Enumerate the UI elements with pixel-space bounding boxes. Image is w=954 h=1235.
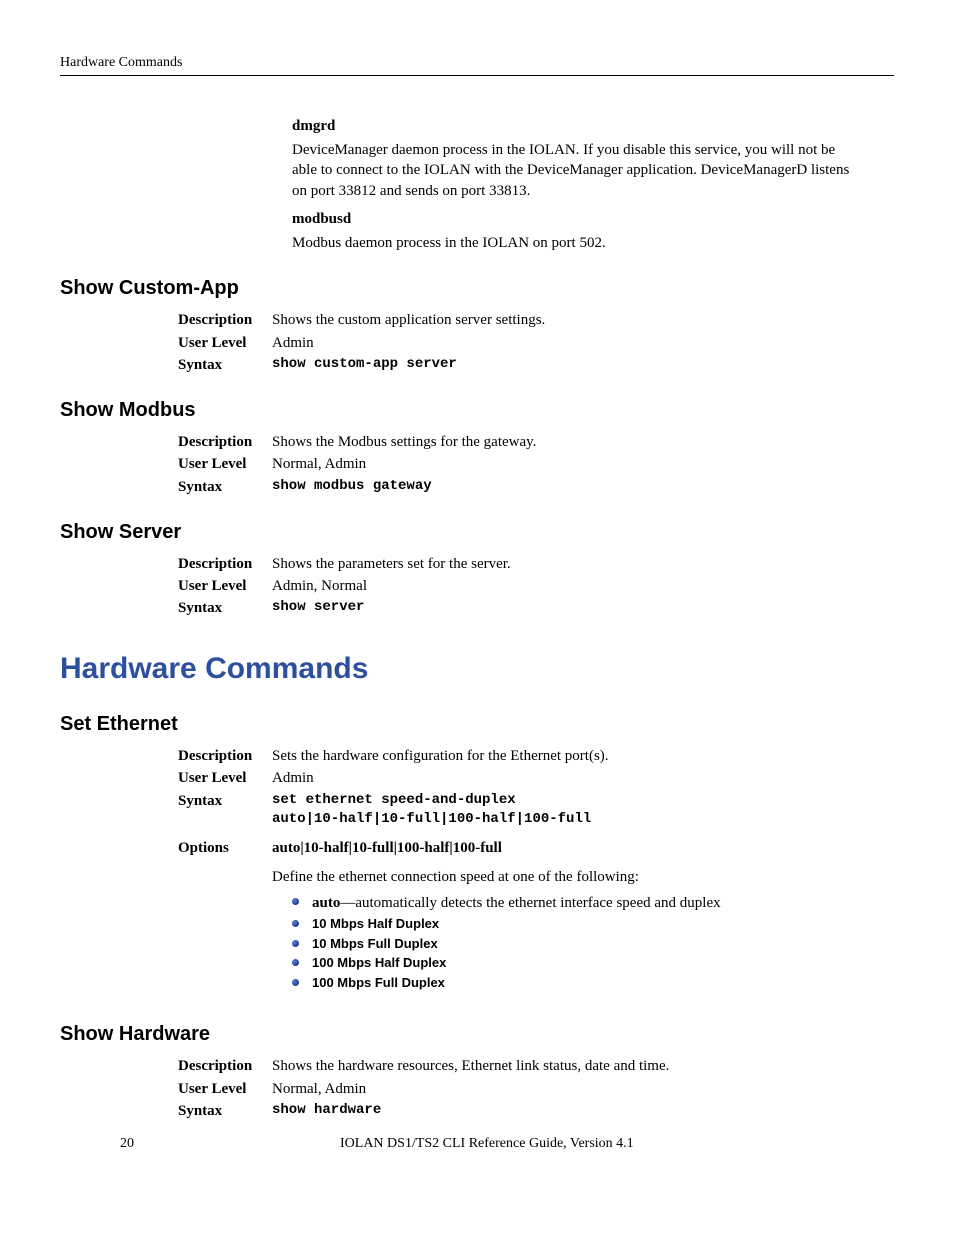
show-modbus-table: Description Shows the Modbus settings fo… <box>178 432 894 497</box>
label-description: Description <box>178 432 264 452</box>
list-item: auto—automatically detects the ethernet … <box>288 893 894 913</box>
value-description: Shows the parameters set for the server. <box>272 554 894 574</box>
show-server-heading: Show Server <box>60 519 894 546</box>
label-description: Description <box>178 746 264 766</box>
set-ethernet-heading: Set Ethernet <box>60 711 894 738</box>
bullet-text: 10 Mbps Half Duplex <box>312 916 439 931</box>
dmgrd-text: DeviceManager daemon process in the IOLA… <box>292 140 854 201</box>
value-userlevel: Admin <box>272 768 894 788</box>
page-footer: 20 IOLAN DS1/TS2 CLI Reference Guide, Ve… <box>120 1135 834 1154</box>
list-item: 100 Mbps Full Duplex <box>288 974 894 992</box>
value-description: Shows the Modbus settings for the gatewa… <box>272 432 894 452</box>
value-syntax: show modbus gateway <box>272 477 894 497</box>
label-userlevel: User Level <box>178 768 264 788</box>
running-header: Hardware Commands <box>60 54 894 76</box>
value-userlevel: Normal, Admin <box>272 1079 894 1099</box>
label-syntax: Syntax <box>178 477 264 497</box>
label-userlevel: User Level <box>178 1079 264 1099</box>
label-syntax: Syntax <box>178 598 264 618</box>
hardware-commands-title: Hardware Commands <box>60 649 894 690</box>
bullet-text: 100 Mbps Full Duplex <box>312 975 445 990</box>
value-userlevel: Normal, Admin <box>272 454 894 474</box>
label-syntax: Syntax <box>178 791 264 829</box>
page: Hardware Commands dmgrd DeviceManager da… <box>60 54 894 1194</box>
list-item: 10 Mbps Full Duplex <box>288 935 894 953</box>
value-description: Shows the custom application server sett… <box>272 310 894 330</box>
options-header: auto|10-half|10-full|100-half|100-full <box>272 838 894 858</box>
show-custom-app-table: Description Shows the custom application… <box>178 310 894 375</box>
dmgrd-title: dmgrd <box>292 116 854 136</box>
value-syntax: set ethernet speed-and-duplex auto|10-ha… <box>272 791 894 829</box>
value-syntax: show hardware <box>272 1101 894 1121</box>
modbusd-text: Modbus daemon process in the IOLAN on po… <box>292 233 854 253</box>
bullet-text: 10 Mbps Full Duplex <box>312 936 438 951</box>
modbusd-title: modbusd <box>292 209 854 229</box>
show-modbus-heading: Show Modbus <box>60 397 894 424</box>
set-ethernet-options: Options auto|10-half|10-full|100-half|10… <box>178 838 894 993</box>
running-header-text: Hardware Commands <box>60 55 182 70</box>
label-description: Description <box>178 1056 264 1076</box>
label-syntax: Syntax <box>178 1101 264 1121</box>
label-options: Options <box>178 838 264 993</box>
guide-title: IOLAN DS1/TS2 CLI Reference Guide, Versi… <box>340 1135 834 1154</box>
value-description: Sets the hardware configuration for the … <box>272 746 894 766</box>
value-userlevel: Admin <box>272 333 894 353</box>
value-userlevel: Admin, Normal <box>272 576 894 596</box>
value-syntax: show server <box>272 598 894 618</box>
show-custom-app-heading: Show Custom-App <box>60 275 894 302</box>
label-userlevel: User Level <box>178 576 264 596</box>
value-syntax: show custom-app server <box>272 355 894 375</box>
label-syntax: Syntax <box>178 355 264 375</box>
options-bullets: auto—automatically detects the ethernet … <box>288 893 894 991</box>
bullet-text: 100 Mbps Half Duplex <box>312 955 446 970</box>
bullet-term: auto <box>312 895 340 911</box>
label-description: Description <box>178 310 264 330</box>
show-hardware-table: Description Shows the hardware resources… <box>178 1056 894 1121</box>
value-description: Shows the hardware resources, Ethernet l… <box>272 1056 894 1076</box>
page-number: 20 <box>120 1135 340 1154</box>
intro-block: dmgrd DeviceManager daemon process in th… <box>292 116 854 254</box>
options-content: auto|10-half|10-full|100-half|100-full D… <box>272 838 894 993</box>
bullet-rest: —automatically detects the ethernet inte… <box>340 895 720 911</box>
label-userlevel: User Level <box>178 333 264 353</box>
options-intro: Define the ethernet connection speed at … <box>272 867 894 887</box>
label-userlevel: User Level <box>178 454 264 474</box>
show-server-table: Description Shows the parameters set for… <box>178 554 894 619</box>
set-ethernet-table: Description Sets the hardware configurat… <box>178 746 894 828</box>
label-description: Description <box>178 554 264 574</box>
show-hardware-heading: Show Hardware <box>60 1021 894 1048</box>
list-item: 100 Mbps Half Duplex <box>288 954 894 972</box>
list-item: 10 Mbps Half Duplex <box>288 915 894 933</box>
